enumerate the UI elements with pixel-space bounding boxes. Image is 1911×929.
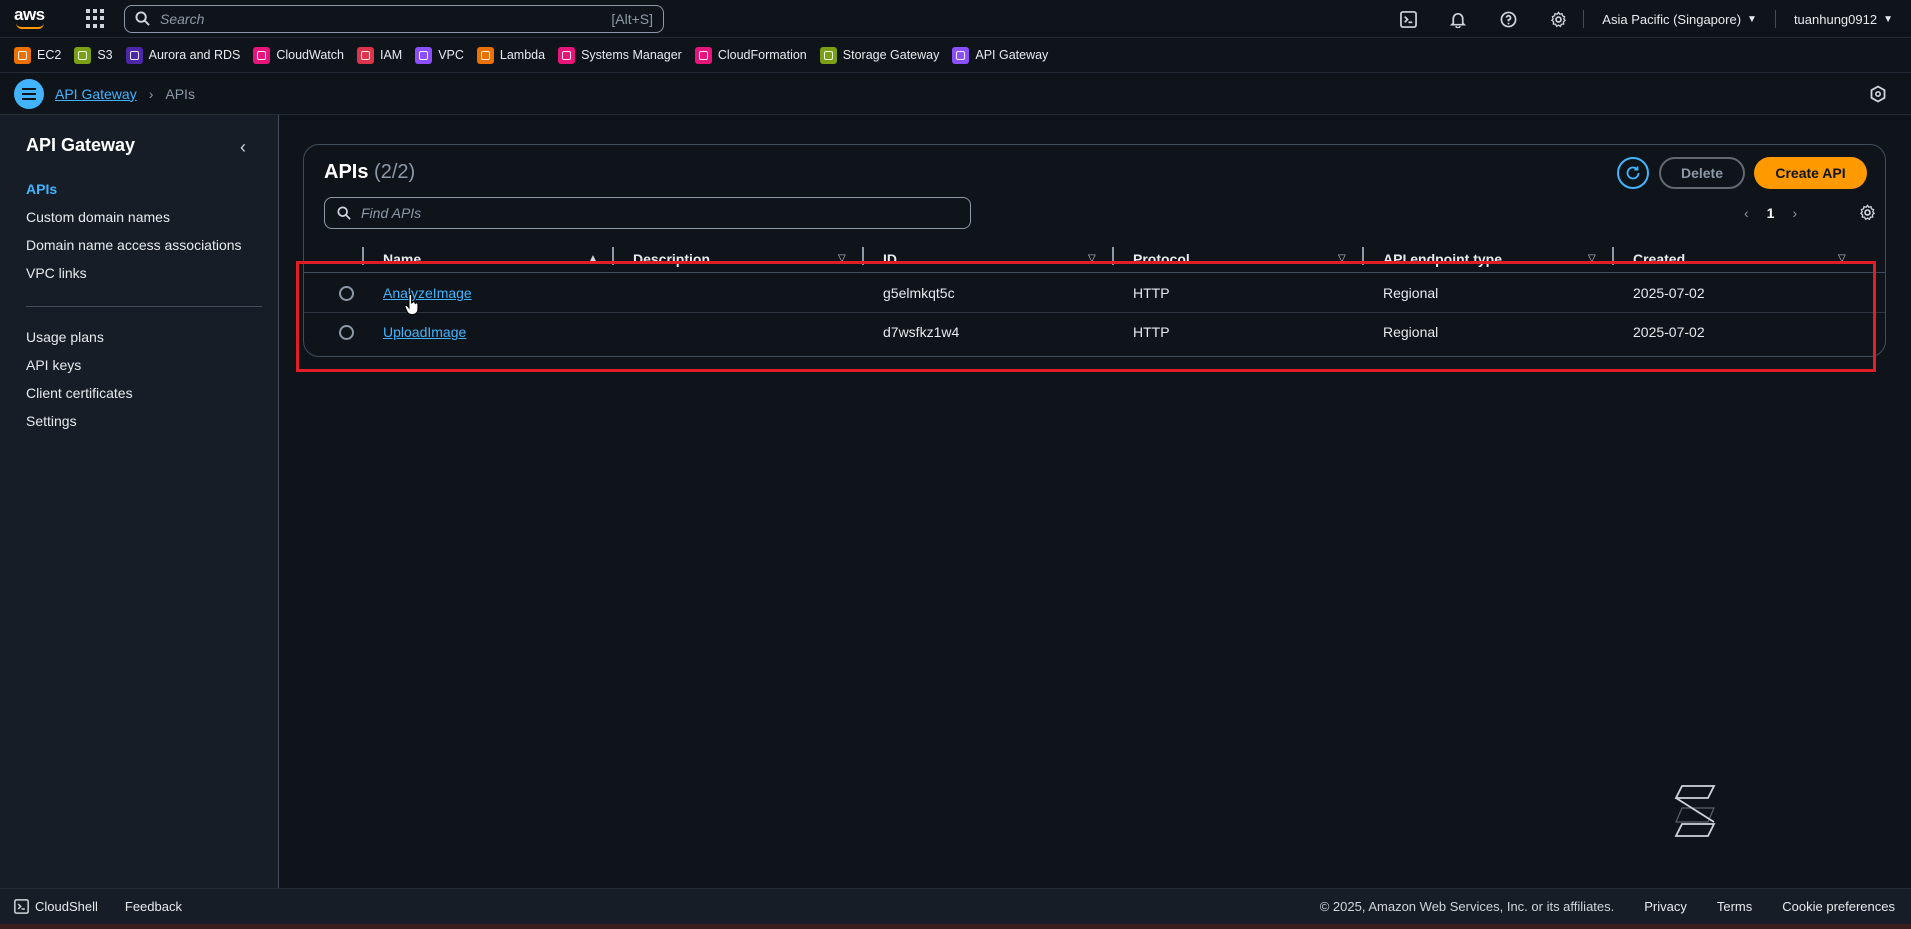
copyright-text: © 2025, Amazon Web Services, Inc. or its… — [1319, 899, 1615, 914]
aws-logo[interactable]: aws — [14, 5, 48, 32]
favorite-cloudwatch[interactable]: CloudWatch — [253, 46, 344, 64]
caret-down-icon: ▼ — [1883, 13, 1893, 25]
systems-manager-icon — [558, 46, 576, 64]
rds-icon — [125, 46, 143, 64]
cloudshell-icon — [14, 899, 29, 914]
find-apis-placeholder: Find APIs — [361, 205, 422, 221]
collapse-sidebar-icon[interactable]: ‹ — [240, 137, 246, 158]
iam-icon — [356, 46, 374, 64]
cookie-preferences-link[interactable]: Cookie preferences — [1782, 899, 1895, 914]
pagination: ‹ 1 › — [1744, 205, 1797, 221]
hand-cursor-icon — [404, 294, 419, 315]
sidebar-item-api-keys[interactable]: API keys — [26, 356, 133, 384]
sidebar-item-domain-name-access-associations[interactable]: Domain name access associations — [26, 236, 242, 264]
search-icon — [337, 206, 351, 220]
sidebar-item-apis[interactable]: APIs — [26, 180, 242, 208]
caret-down-icon: ▼ — [1747, 13, 1757, 25]
highlight-box — [296, 261, 1876, 372]
favorite-api-gateway[interactable]: API Gateway — [952, 46, 1048, 64]
side-navigation: API Gateway ‹ APIs Custom domain names D… — [0, 115, 279, 888]
cloudshell-icon[interactable] — [1383, 0, 1433, 38]
hamburger-menu-icon[interactable] — [14, 78, 44, 109]
terms-link[interactable]: Terms — [1717, 899, 1752, 914]
notifications-bell-icon[interactable] — [1433, 0, 1483, 38]
lambda-icon — [476, 46, 494, 64]
top-navigation: aws Search [Alt+S] Asia Pacific (Singapo… — [0, 0, 1911, 38]
privacy-link[interactable]: Privacy — [1644, 899, 1687, 914]
cloudshell-button[interactable]: CloudShell — [14, 899, 98, 914]
page-number[interactable]: 1 — [1767, 205, 1775, 221]
api-gateway-icon — [952, 46, 970, 64]
sidebar-item-client-certificates[interactable]: Client certificates — [26, 384, 133, 412]
window-bottom-edge — [0, 924, 1911, 929]
feedback-link[interactable]: Feedback — [125, 899, 182, 914]
favorite-iam[interactable]: IAM — [356, 46, 402, 64]
page-title: APIs (2/2) — [324, 161, 416, 183]
services-menu-icon[interactable] — [86, 8, 106, 29]
favorites-bar: EC2 S3 Aurora and RDS CloudWatch IAM VPC… — [0, 38, 1911, 73]
region-selector[interactable]: Asia Pacific (Singapore) ▼ — [1584, 12, 1775, 27]
favorite-vpc[interactable]: VPC — [415, 46, 464, 64]
favorite-cloudformation[interactable]: CloudFormation — [694, 46, 807, 64]
sidebar-title: API Gateway — [26, 135, 136, 155]
sidebar-item-usage-plans[interactable]: Usage plans — [26, 328, 133, 356]
sidebar-item-vpc-links[interactable]: VPC links — [26, 264, 242, 292]
sidebar-item-settings[interactable]: Settings — [26, 412, 133, 440]
region-label: Asia Pacific (Singapore) — [1602, 11, 1742, 27]
cloudwatch-icon — [253, 46, 271, 64]
find-apis-input[interactable]: Find APIs — [324, 197, 971, 229]
sidebar-list-secondary: Usage plans API keys Client certificates… — [26, 328, 133, 440]
next-page-icon[interactable]: › — [1792, 205, 1797, 221]
s3-icon — [74, 46, 92, 64]
favorite-storage-gateway[interactable]: Storage Gateway — [819, 46, 939, 64]
sidebar-divider — [26, 306, 262, 307]
favorite-aurora-rds[interactable]: Aurora and RDS — [125, 46, 240, 64]
search-input[interactable]: Search [Alt+S] — [124, 4, 664, 33]
breadcrumb: API Gateway › APIs — [0, 73, 1911, 115]
delete-button[interactable]: Delete — [1659, 157, 1745, 189]
favorite-s3[interactable]: S3 — [74, 46, 113, 64]
ec2-icon — [14, 46, 31, 64]
create-api-button[interactable]: Create API — [1754, 157, 1867, 189]
previous-page-icon[interactable]: ‹ — [1744, 205, 1749, 221]
api-count: (2/2) — [374, 161, 416, 183]
refresh-button[interactable] — [1617, 157, 1649, 189]
info-panel-icon[interactable] — [1869, 85, 1887, 103]
account-label: tuanhung0912 — [1793, 11, 1878, 27]
search-icon — [135, 11, 150, 26]
table-preferences-gear-icon[interactable] — [1859, 204, 1876, 221]
account-menu[interactable]: tuanhung0912 ▼ — [1776, 12, 1911, 27]
storage-gateway-icon — [819, 46, 837, 64]
sidebar-list: APIs Custom domain names Domain name acc… — [26, 180, 242, 292]
overlay-s-logo-icon — [1674, 785, 1716, 837]
breadcrumb-current: APIs — [165, 85, 195, 102]
vpc-icon — [415, 46, 433, 64]
favorite-ec2[interactable]: EC2 — [14, 46, 61, 64]
cloudshell-label: CloudShell — [35, 899, 98, 914]
search-placeholder: Search — [160, 10, 205, 27]
footer: CloudShell Feedback © 2025, Amazon Web S… — [0, 888, 1911, 924]
breadcrumb-api-gateway-link[interactable]: API Gateway — [55, 86, 137, 102]
sidebar-item-custom-domain-names[interactable]: Custom domain names — [26, 208, 242, 236]
help-icon[interactable] — [1483, 0, 1533, 38]
refresh-icon — [1626, 166, 1640, 180]
search-shortcut: [Alt+S] — [611, 10, 653, 27]
chevron-right-icon: › — [148, 85, 154, 102]
favorite-lambda[interactable]: Lambda — [476, 46, 545, 64]
cloudformation-icon — [694, 46, 712, 64]
settings-gear-icon[interactable] — [1533, 0, 1583, 38]
favorite-systems-manager[interactable]: Systems Manager — [558, 46, 682, 64]
